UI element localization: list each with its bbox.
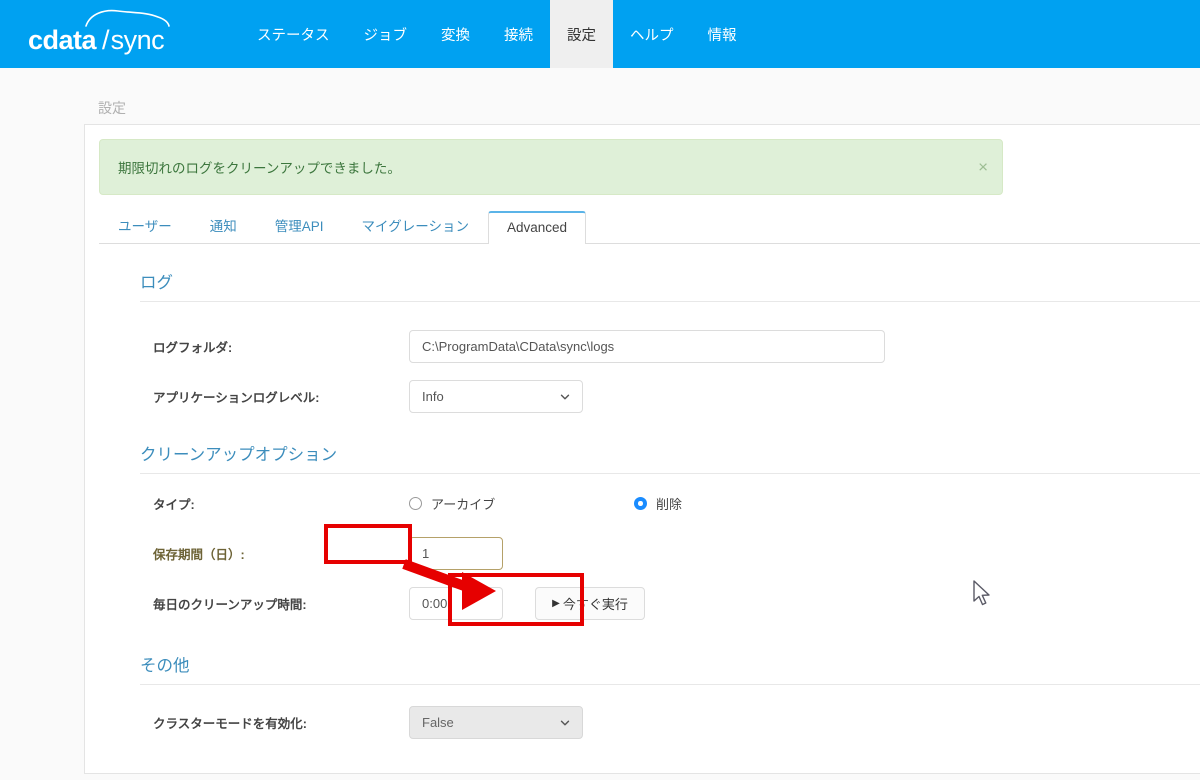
form-row-log-folder: ログフォルダ: <box>153 330 885 363</box>
nav-item-label: 変換 <box>441 27 470 44</box>
nav-item-label: 接続 <box>504 27 533 44</box>
section-divider-other <box>140 684 1200 685</box>
log-folder-input[interactable] <box>409 330 885 363</box>
section-divider-log <box>140 301 1200 302</box>
nav-item-list: ステータス ジョブ 変換 接続 設定 ヘルプ 情報 <box>240 0 754 68</box>
section-title-log: ログ <box>140 274 173 292</box>
run-now-label: 今すぐ実行 <box>562 597 628 612</box>
cleanup-type-label: タイプ: <box>153 498 195 512</box>
tab-admin-api[interactable]: 管理API <box>256 206 343 244</box>
log-level-select[interactable]: Info <box>409 380 583 413</box>
tab-label: Advanced <box>506 220 568 235</box>
tab-label: ユーザー <box>118 219 172 234</box>
daily-cleanup-time-input[interactable] <box>409 587 503 620</box>
form-row-log-level: アプリケーションログレベル: Info <box>153 380 583 413</box>
form-row-cluster-mode: クラスターモードを有効化: False <box>153 706 583 739</box>
section-divider-cleanup <box>140 473 1200 474</box>
cleanup-type-radio-group: アーカイブ 削除 <box>409 494 682 513</box>
daily-cleanup-time-label: 毎日のクリーンアップ時間: <box>153 598 307 612</box>
cluster-mode-select[interactable]: False <box>409 706 583 739</box>
nav-item-info[interactable]: 情報 <box>691 0 754 68</box>
tab-notifications[interactable]: 通知 <box>191 206 256 244</box>
retention-days-input[interactable] <box>409 537 503 570</box>
tab-migration[interactable]: マイグレーション <box>343 206 488 244</box>
top-navigation-bar: cdata / sync ステータス ジョブ 変換 接続 設定 ヘルプ 情報 <box>0 0 1200 68</box>
radio-option-delete[interactable]: 削除 <box>634 494 682 513</box>
brand-logo[interactable]: cdata / sync <box>0 0 200 68</box>
tab-label: 管理API <box>274 219 324 234</box>
section-title-cleanup: クリーンアップオプション <box>140 446 338 464</box>
section-title-other: その他 <box>140 657 190 675</box>
form-row-cleanup-type: タイプ: アーカイブ 削除 <box>153 494 682 513</box>
nav-item-label: 設定 <box>567 27 596 44</box>
settings-tab-bar: ユーザー 通知 管理API マイグレーション Advanced <box>99 208 1200 244</box>
nav-item-label: ヘルプ <box>630 27 674 44</box>
nav-item-label: 情報 <box>707 27 737 44</box>
tab-label: 通知 <box>209 219 237 234</box>
settings-panel: 期限切れのログをクリーンアップできました。 × ユーザー 通知 管理API マイ… <box>84 124 1200 774</box>
nav-item-label: ジョブ <box>363 27 408 44</box>
cluster-mode-value: False <box>422 715 454 730</box>
nav-item-jobs[interactable]: ジョブ <box>347 0 425 68</box>
chevron-down-icon <box>560 720 570 725</box>
log-level-value: Info <box>422 389 444 404</box>
radio-option-archive[interactable]: アーカイブ <box>409 494 634 513</box>
nav-item-connections[interactable]: 接続 <box>487 0 550 68</box>
brand-name-sync: sync <box>110 25 165 55</box>
brand-separator: / <box>102 25 110 55</box>
nav-item-transform[interactable]: 変換 <box>424 0 487 68</box>
success-alert: 期限切れのログをクリーンアップできました。 × <box>99 139 1003 195</box>
nav-item-help[interactable]: ヘルプ <box>613 0 691 68</box>
form-row-retention: 保存期間（日）: <box>153 537 503 570</box>
radio-label: アーカイブ <box>431 497 496 512</box>
brand-name-cdata: cdata <box>28 25 97 55</box>
tab-advanced[interactable]: Advanced <box>487 211 587 244</box>
log-level-label: アプリケーションログレベル: <box>153 391 320 405</box>
nav-item-settings[interactable]: 設定 <box>550 0 613 68</box>
retention-days-label: 保存期間（日）: <box>153 548 245 562</box>
play-icon: ▶ <box>552 598 560 609</box>
radio-label: 削除 <box>656 497 683 512</box>
tab-label: マイグレーション <box>361 219 469 234</box>
nav-item-status[interactable]: ステータス <box>240 0 347 68</box>
cluster-mode-label: クラスターモードを有効化: <box>153 717 307 731</box>
form-row-daily-time: 毎日のクリーンアップ時間: ▶ 今すぐ実行 <box>153 587 645 620</box>
chevron-down-icon <box>560 394 570 399</box>
radio-icon-unselected <box>409 497 422 510</box>
run-now-button[interactable]: ▶ 今すぐ実行 <box>535 587 645 620</box>
radio-icon-selected <box>634 497 647 510</box>
log-folder-label: ログフォルダ: <box>153 341 233 355</box>
close-icon[interactable]: × <box>978 159 988 176</box>
breadcrumb: 設定 <box>98 100 126 116</box>
nav-item-label: ステータス <box>257 27 330 44</box>
page-body: 設定 期限切れのログをクリーンアップできました。 × ユーザー 通知 管理API… <box>0 68 1200 780</box>
alert-message: 期限切れのログをクリーンアップできました。 <box>118 161 401 176</box>
tab-users[interactable]: ユーザー <box>99 206 191 244</box>
